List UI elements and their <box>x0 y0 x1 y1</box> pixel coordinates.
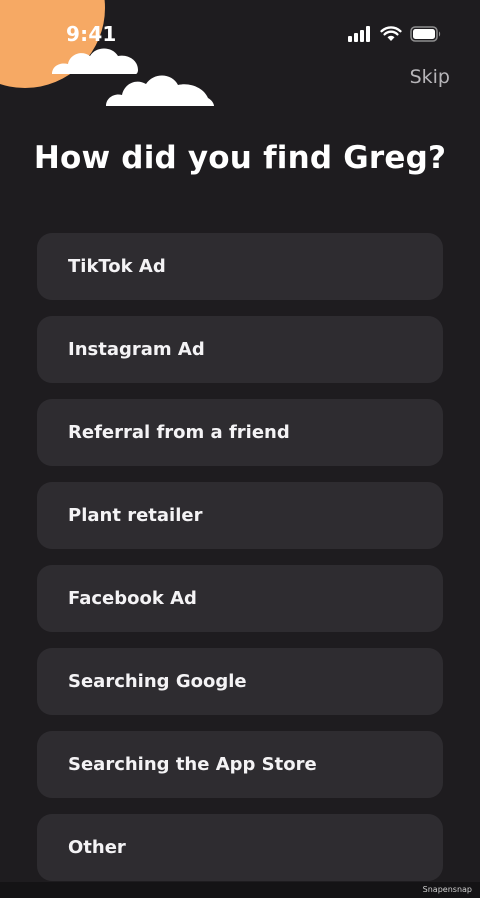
option-facebook-ad[interactable]: Facebook Ad <box>37 565 443 632</box>
option-label: Referral from a friend <box>68 422 290 443</box>
option-tiktok-ad[interactable]: TikTok Ad <box>37 233 443 300</box>
option-instagram-ad[interactable]: Instagram Ad <box>37 316 443 383</box>
battery-icon <box>410 26 441 42</box>
wifi-icon <box>380 26 402 41</box>
option-label: Facebook Ad <box>68 588 197 609</box>
option-plant-retailer[interactable]: Plant retailer <box>37 482 443 549</box>
option-referral-from-friend[interactable]: Referral from a friend <box>37 399 443 466</box>
page-title: How did you find Greg? <box>33 140 447 176</box>
option-other[interactable]: Other <box>37 814 443 881</box>
signal-icon <box>348 26 370 42</box>
skip-button[interactable]: Skip <box>410 66 450 88</box>
option-label: Searching Google <box>68 671 247 692</box>
option-label: Searching the App Store <box>68 754 317 775</box>
cloud-icon <box>106 75 214 106</box>
status-icons <box>348 26 442 42</box>
bottom-strip <box>0 882 480 898</box>
option-label: TikTok Ad <box>68 256 166 277</box>
status-time: 9:41 <box>66 22 117 46</box>
watermark-text: Snapensnap <box>422 885 472 894</box>
source-options-list: TikTok Ad Instagram Ad Referral from a f… <box>37 233 443 882</box>
option-searching-google[interactable]: Searching Google <box>37 648 443 715</box>
option-label: Plant retailer <box>68 505 203 526</box>
option-searching-app-store[interactable]: Searching the App Store <box>37 731 443 798</box>
option-label: Instagram Ad <box>68 339 205 360</box>
option-label: Other <box>68 837 126 858</box>
status-bar: 9:41 <box>0 0 480 60</box>
screen: 9:41 Skip How did you find Greg? TikTok … <box>0 0 480 882</box>
